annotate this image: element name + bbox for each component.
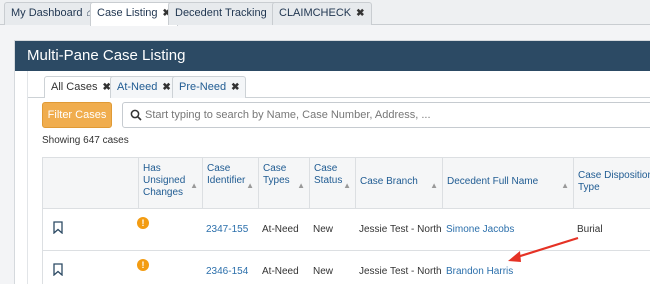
tab-claimcheck[interactable]: CLAIMCHECK ✖ (272, 2, 372, 25)
sort-icon[interactable]: ▲ (246, 180, 254, 192)
col-case-status[interactable]: Case Status ▲ (309, 158, 355, 210)
sort-icon[interactable]: ▲ (561, 180, 569, 192)
tab-label: All Cases (51, 81, 98, 93)
tab-decedent-tracking[interactable]: Decedent Tracking✖ (168, 2, 288, 25)
col-disposition[interactable]: Case Disposition Type (573, 158, 650, 210)
search-icon (130, 109, 142, 121)
col-case-branch[interactable]: Case Branch ▲ (355, 158, 442, 210)
col-bookmark (43, 158, 138, 210)
filter-cases-button[interactable]: Filter Cases (42, 102, 112, 128)
col-case-types[interactable]: Case Types ▲ (258, 158, 309, 210)
col-label: Case Types (263, 163, 290, 186)
decedent-name-link[interactable]: Simone Jacobs (442, 209, 514, 251)
table-row[interactable]: ! 2346-154 At-Need New Jessie Test - Nor… (42, 251, 650, 284)
search-box[interactable] (122, 102, 650, 128)
sort-icon[interactable]: ▲ (430, 180, 438, 192)
sort-icon[interactable]: ▲ (297, 180, 305, 192)
case-count: Showing 647 cases (42, 135, 129, 146)
top-tab-bar: My Dashboard⌂ Case Listing✖ Decedent Tra… (0, 0, 650, 26)
col-case-identifier[interactable]: Case Identifier ▲ (202, 158, 258, 210)
tab-at-need[interactable]: At-Need ✖ (110, 76, 178, 98)
case-status: New (313, 266, 334, 277)
case-id-link[interactable]: 2347-155 (202, 209, 248, 251)
tab-label: At-Need (117, 81, 158, 93)
col-label: Case Identifier (207, 163, 246, 186)
case-status: New (313, 224, 334, 235)
warning-icon: ! (137, 259, 149, 271)
case-type: At-Need (262, 266, 299, 277)
case-branch: Jessie Test - North (359, 224, 442, 235)
search-input[interactable] (145, 107, 650, 123)
col-label: Case Branch (360, 176, 418, 187)
col-decedent-name[interactable]: Decedent Full Name ▲ (442, 158, 573, 210)
sort-icon[interactable]: ▲ (190, 180, 198, 192)
disposition-type (573, 251, 577, 284)
col-label: Has Unsigned Changes (143, 163, 186, 198)
col-unsigned[interactable]: Has Unsigned Changes ▲ (138, 158, 202, 210)
panel-title: Multi-Pane Case Listing (15, 41, 650, 71)
col-label: Decedent Full Name (447, 176, 539, 187)
col-label: Case Disposition Type (578, 170, 650, 193)
tab-label: Case Listing (97, 7, 158, 19)
warning-icon: ! (137, 217, 149, 229)
tab-case-listing[interactable]: Case Listing ✖ (90, 2, 178, 26)
case-id-link[interactable]: 2346-154 (202, 251, 248, 284)
close-icon[interactable]: ✖ (356, 8, 364, 19)
tab-my-dashboard[interactable]: My Dashboard⌂ (4, 2, 100, 25)
decedent-name-link[interactable]: Brandon Harris (442, 251, 513, 284)
col-label: Case Status (314, 163, 343, 186)
tab-label: Decedent Tracking (175, 7, 267, 19)
table-header: Has Unsigned Changes ▲ Case Identifier ▲ C… (42, 157, 650, 210)
bookmark-icon[interactable] (53, 221, 63, 234)
tab-label: Pre-Need (179, 81, 227, 93)
case-type: At-Need (262, 224, 299, 235)
close-icon[interactable]: ✖ (231, 82, 239, 93)
tab-all-cases[interactable]: All Cases ✖ (44, 76, 118, 98)
tab-label: CLAIMCHECK (279, 7, 352, 19)
close-icon[interactable]: ✖ (162, 82, 170, 93)
tab-pre-need[interactable]: Pre-Need ✖ (172, 76, 247, 98)
case-branch: Jessie Test - North (359, 266, 442, 277)
tab-label: My Dashboard (11, 7, 83, 19)
table-row[interactable]: ! 2347-155 At-Need New Jessie Test - Nor… (42, 209, 650, 251)
bookmark-icon[interactable] (53, 263, 63, 276)
disposition-type: Burial (577, 224, 603, 235)
sort-icon[interactable]: ▲ (343, 180, 351, 192)
